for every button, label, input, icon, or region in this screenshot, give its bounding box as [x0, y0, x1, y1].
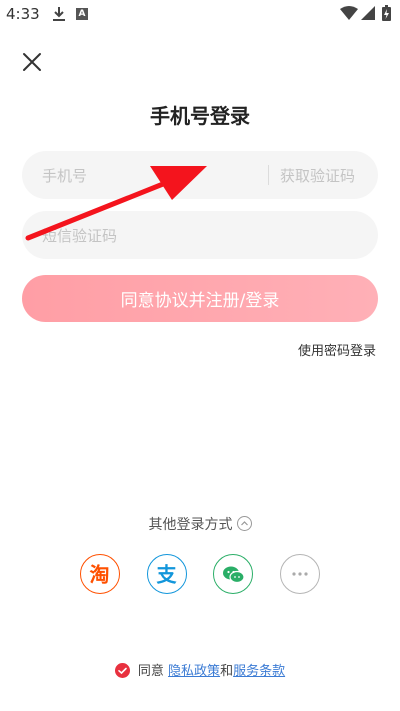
taobao-icon: 淘 [90, 563, 110, 587]
privacy-policy-link[interactable]: 隐私政策 [168, 664, 220, 679]
agreement-and: 和 [220, 664, 234, 679]
chevron-up-icon [236, 516, 252, 531]
wifi-icon [340, 6, 358, 20]
agreement-row: 同意 隐私政策和服务条款 [0, 660, 400, 679]
other-login-label: 其他登录方式 [148, 517, 233, 533]
signal-icon [361, 6, 375, 20]
other-login-methods[interactable]: 其他登录方式 [0, 514, 400, 534]
battery-icon [382, 5, 391, 21]
close-icon[interactable] [20, 50, 44, 74]
agree-register-login-button[interactable]: 同意协议并注册/登录 [22, 275, 378, 322]
get-code-button[interactable]: 获取验证码 [280, 165, 355, 186]
alipay-glyph: 支 [157, 563, 178, 587]
more-login-button[interactable] [280, 554, 320, 594]
download-icon [53, 7, 65, 21]
a-badge-icon: A [76, 8, 88, 20]
sms-code-input[interactable] [40, 211, 274, 261]
alipay-login-button[interactable]: 支 [147, 554, 187, 594]
taobao-glyph: 淘 [90, 563, 110, 587]
sms-field-container [22, 211, 378, 261]
wechat-icon [223, 566, 245, 584]
status-time: 4:33 [6, 5, 40, 23]
agreement-prefix: 同意 [137, 664, 164, 679]
agreement-checkbox[interactable] [114, 663, 130, 678]
page-title: 手机号登录 [150, 104, 250, 128]
terms-of-service-link[interactable]: 服务条款 [233, 664, 285, 679]
status-bar: 4:33 A [0, 0, 400, 28]
phone-field-container: 获取验证码 [22, 151, 378, 201]
taobao-login-button[interactable]: 淘 [80, 554, 120, 594]
alipay-icon: 支 [157, 563, 178, 587]
password-login-link[interactable]: 使用密码登录 [298, 340, 376, 359]
check-icon [118, 667, 127, 675]
more-dots-icon [292, 572, 308, 576]
phone-input[interactable] [40, 151, 274, 201]
input-divider [268, 165, 269, 185]
wechat-login-button[interactable] [213, 554, 253, 594]
